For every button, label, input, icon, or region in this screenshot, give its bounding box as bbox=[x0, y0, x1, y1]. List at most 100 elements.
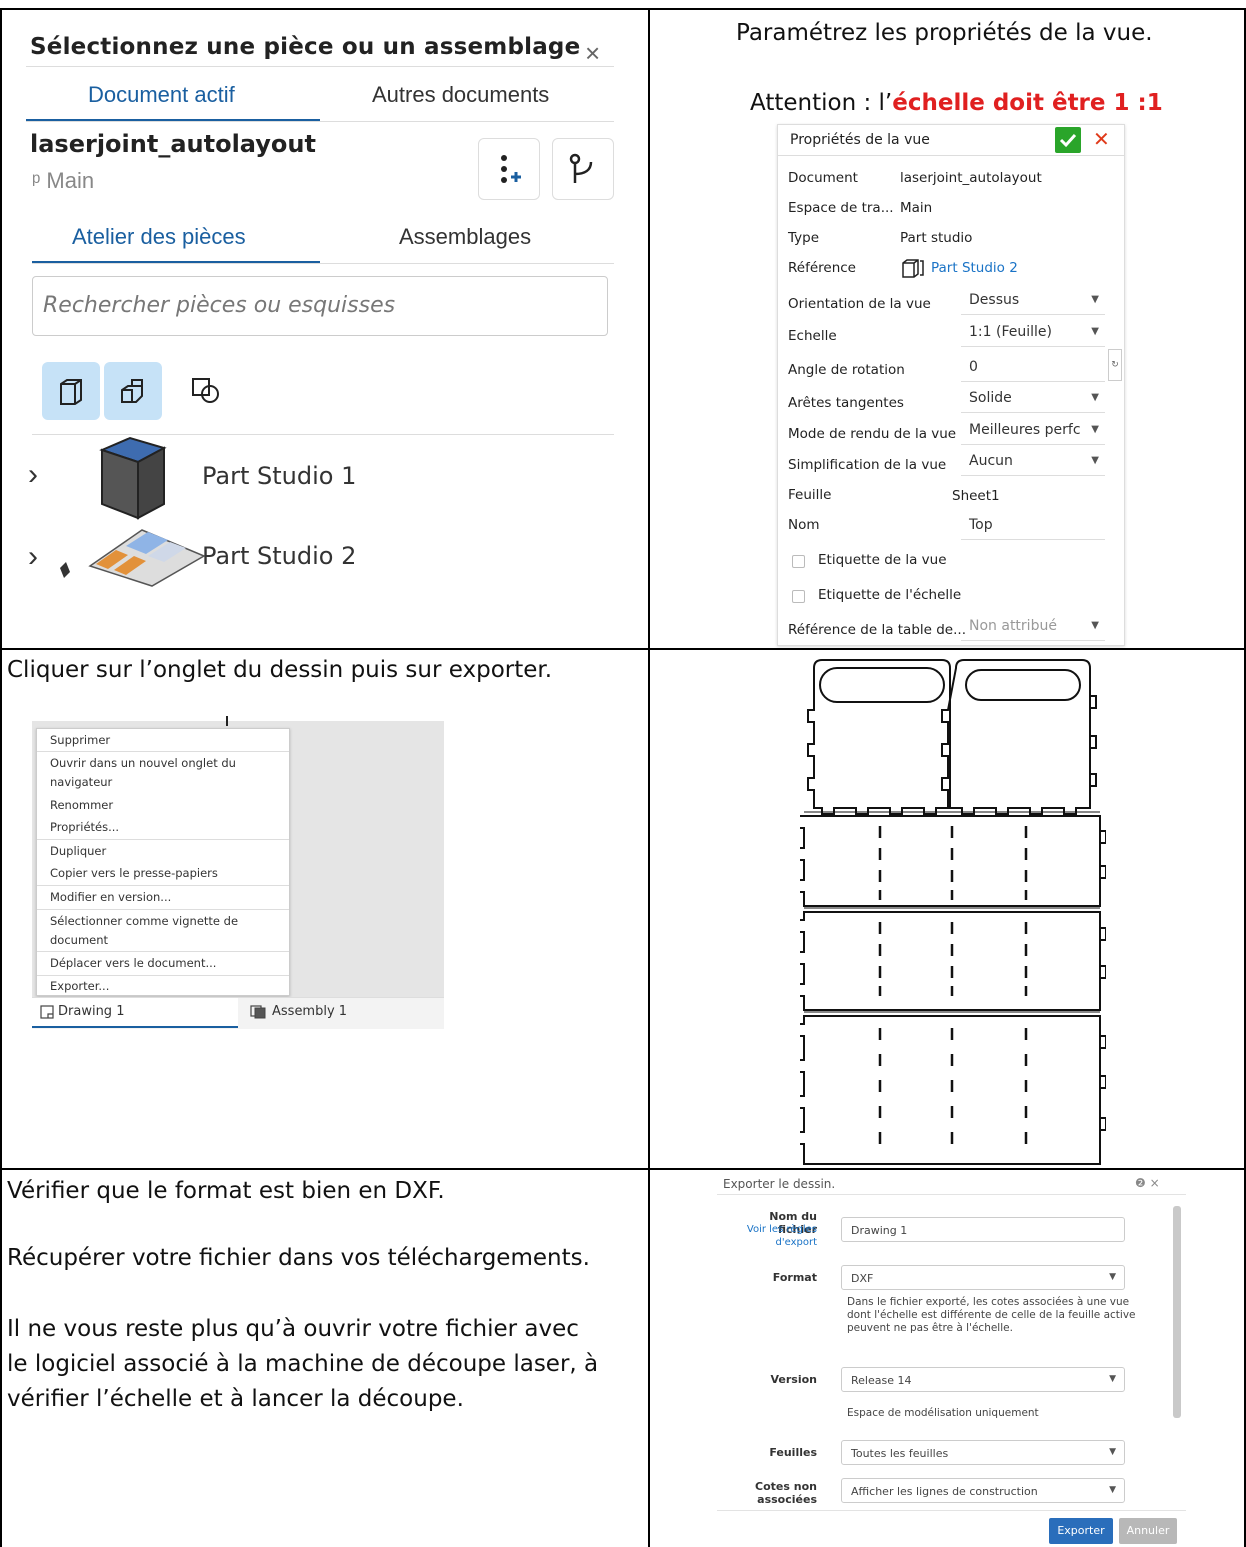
tab-other-documents[interactable]: Autres documents bbox=[372, 82, 549, 108]
paragraph-3-line-3: vérifier l’échelle et à lancer la découp… bbox=[7, 1386, 464, 1412]
format-select[interactable]: DXF ▼ bbox=[841, 1265, 1125, 1290]
filename-input[interactable]: Drawing 1 bbox=[841, 1217, 1125, 1242]
paragraph-2: Récupérer votre fichier dans vos télécha… bbox=[7, 1245, 590, 1271]
search-input[interactable]: Rechercher pièces ou esquisses bbox=[32, 276, 608, 336]
dropdown-arrow-icon: ▼ bbox=[1091, 455, 1099, 466]
dropdown-arrow-icon: ▼ bbox=[1109, 1272, 1116, 1282]
checkbox-label: Etiquette de l'échelle bbox=[818, 587, 962, 603]
prop-label: Mode de rendu de la vue bbox=[788, 426, 957, 442]
tab-active-document[interactable]: Document actif bbox=[88, 82, 235, 108]
filter-parts-button[interactable] bbox=[42, 362, 100, 420]
dropdown-arrow-icon: ▼ bbox=[1091, 294, 1099, 305]
export-dialog: Exporter le dessin. ❷ × Nom du fichier V… bbox=[717, 1172, 1186, 1547]
cursor-mark bbox=[226, 716, 228, 726]
divider bbox=[717, 1194, 1186, 1195]
menu-item-export[interactable]: Exporter... bbox=[50, 979, 109, 993]
menu-item-edit-version[interactable]: Modifier en version... bbox=[50, 890, 171, 904]
view-label-checkbox[interactable] bbox=[792, 555, 805, 568]
tab-assembly-1[interactable]: Assembly 1 bbox=[240, 998, 444, 1026]
menu-separator bbox=[37, 909, 289, 910]
menu-item-properties[interactable]: Propriétés... bbox=[50, 820, 119, 834]
scale-label-checkbox[interactable] bbox=[792, 590, 805, 603]
format-label: Format bbox=[772, 1271, 817, 1284]
sheets-select[interactable]: Toutes les feuilles ▼ bbox=[841, 1440, 1125, 1465]
cancel-button[interactable]: Annuler bbox=[1119, 1518, 1177, 1544]
expand-chevron-icon[interactable]: › bbox=[28, 458, 38, 492]
filter-sketches-button[interactable] bbox=[178, 362, 236, 420]
rotation-angle-input[interactable]: 0 bbox=[961, 357, 1105, 382]
dimensions-select[interactable]: Afficher les lignes de construction ▼ bbox=[841, 1478, 1125, 1503]
confirm-button[interactable] bbox=[1055, 127, 1081, 153]
prop-label: Orientation de la vue bbox=[788, 296, 931, 312]
divider bbox=[717, 1510, 1186, 1511]
prop-label: Nom bbox=[788, 517, 820, 533]
tab-drawing-1[interactable]: Drawing 1 bbox=[32, 998, 238, 1028]
expand-chevron-icon[interactable]: › bbox=[28, 540, 38, 574]
table-reference-select[interactable]: Non attribué ▼ bbox=[961, 616, 1105, 641]
menu-item-move-to-document[interactable]: Déplacer vers le document... bbox=[50, 956, 216, 970]
prop-value: Part studio bbox=[900, 230, 973, 246]
version-select[interactable]: Release 14 ▼ bbox=[841, 1367, 1125, 1392]
prop-label: Référence bbox=[788, 260, 856, 276]
orientation-select[interactable]: Dessus ▼ bbox=[961, 290, 1105, 315]
prop-label: Feuille bbox=[788, 487, 832, 503]
prop-label: Angle de rotation bbox=[788, 362, 905, 378]
prop-label: Type bbox=[788, 230, 820, 246]
rules-link-cont[interactable]: d'export bbox=[727, 1237, 818, 1248]
part-studio-2-thumbnail bbox=[60, 529, 206, 587]
tab-assemblies[interactable]: Assemblages bbox=[399, 224, 531, 250]
menu-item-rename[interactable]: Renommer bbox=[50, 798, 113, 812]
export-button[interactable]: Exporter bbox=[1049, 1518, 1113, 1544]
branch-button[interactable] bbox=[552, 138, 614, 200]
menu-item-set-thumbnail[interactable]: Sélectionner comme vignette de bbox=[50, 914, 238, 928]
add-version-button[interactable] bbox=[478, 138, 540, 200]
prop-value: Main bbox=[900, 200, 933, 216]
paragraph-1: Vérifier que le format est bien en DXF. bbox=[7, 1178, 445, 1204]
dropdown-arrow-icon: ▼ bbox=[1091, 326, 1099, 337]
reference-link[interactable]: Part Studio 2 bbox=[931, 260, 1018, 276]
menu-item-copy-clipboard[interactable]: Copier vers le presse-papiers bbox=[50, 866, 218, 880]
divider bbox=[26, 121, 614, 122]
laser-cut-drawing bbox=[800, 659, 1106, 1165]
divider bbox=[32, 263, 614, 264]
rules-link[interactable]: Voir les règles bbox=[727, 1224, 817, 1235]
part-studio-icon bbox=[902, 259, 924, 278]
help-close-icons[interactable]: ❷ × bbox=[1135, 1176, 1160, 1190]
menu-separator bbox=[37, 975, 289, 976]
attention-text: Attention : l’échelle doit être 1 :1 bbox=[750, 90, 1163, 116]
filter-surfaces-button[interactable] bbox=[104, 362, 162, 420]
prop-label: Espace de tra... bbox=[788, 200, 894, 216]
rotate-icon[interactable]: ↻ bbox=[1108, 349, 1122, 381]
list-item-label[interactable]: Part Studio 1 bbox=[202, 462, 356, 490]
dropdown-arrow-icon: ▼ bbox=[1091, 424, 1099, 435]
paragraph-3-line-2: le logiciel associé à la machine de déco… bbox=[7, 1351, 599, 1377]
dropdown-arrow-icon: ▼ bbox=[1091, 620, 1099, 631]
sheets-label: Feuilles bbox=[769, 1446, 817, 1459]
list-item-label[interactable]: Part Studio 2 bbox=[202, 542, 356, 570]
dropdown-arrow-icon: ▼ bbox=[1091, 392, 1099, 403]
menu-item-delete[interactable]: Supprimer bbox=[50, 733, 110, 747]
render-mode-select[interactable]: Meilleures perfc ▼ bbox=[961, 420, 1105, 445]
menu-item-open-new-tab-cont[interactable]: navigateur bbox=[50, 775, 112, 789]
simplification-select[interactable]: Aucun ▼ bbox=[961, 451, 1105, 476]
cancel-x-icon[interactable]: ✕ bbox=[1093, 127, 1110, 151]
menu-item-open-new-tab[interactable]: Ouvrir dans un nouvel onglet du bbox=[50, 756, 236, 770]
scale-select[interactable]: 1:1 (Feuille) ▼ bbox=[961, 322, 1105, 347]
version-plus-icon bbox=[501, 155, 521, 183]
tab-part-studios[interactable]: Atelier des pièces bbox=[72, 224, 246, 250]
dropdown-arrow-icon: ▼ bbox=[1109, 1374, 1116, 1384]
menu-separator bbox=[37, 885, 289, 886]
menu-item-set-thumbnail-cont[interactable]: document bbox=[50, 933, 108, 947]
close-icon[interactable]: × bbox=[585, 38, 600, 69]
scrollbar-thumb[interactable] bbox=[1173, 1206, 1181, 1418]
divider bbox=[26, 66, 614, 67]
tangent-edges-select[interactable]: Solide ▼ bbox=[961, 388, 1105, 413]
document-name: laserjoint_autolayout bbox=[30, 130, 316, 158]
part-studio-1-thumbnail bbox=[99, 436, 167, 520]
menu-separator bbox=[37, 839, 289, 840]
dimensions-label: Cotes non bbox=[755, 1480, 817, 1493]
version-note: Espace de modélisation uniquement bbox=[847, 1407, 1039, 1419]
version-label: Version bbox=[770, 1373, 817, 1386]
name-input[interactable]: Top bbox=[961, 515, 1105, 540]
menu-item-duplicate[interactable]: Dupliquer bbox=[50, 844, 106, 858]
